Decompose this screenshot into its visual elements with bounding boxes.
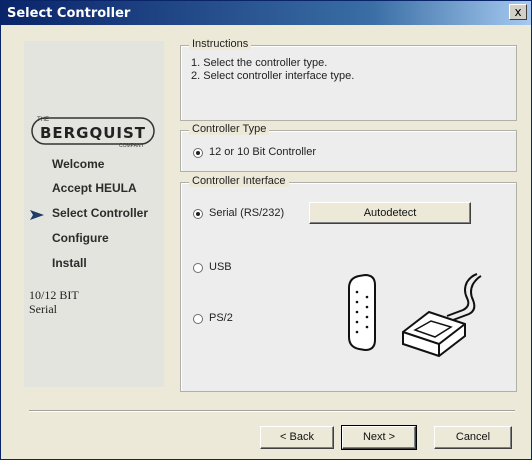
cancel-button[interactable]: Cancel — [434, 426, 512, 449]
step-select-controller: Select Controller — [30, 206, 149, 220]
controller-type-group: Controller Type 12 or 10 Bit Controller — [180, 123, 517, 172]
radio-ps2[interactable] — [193, 314, 203, 324]
select-controller-window: Select Controller x THE BERGQUIST COMPAN… — [0, 0, 532, 460]
bergquist-logo: THE BERGQUIST COMPANY — [31, 117, 155, 149]
instruction-line-1: 1. Select the controller type. — [191, 57, 328, 69]
wizard-sidebar: THE BERGQUIST COMPANY Welcome Accept HEU… — [24, 41, 164, 387]
current-step-arrow-icon — [30, 210, 44, 220]
radio-usb-label[interactable]: USB — [209, 261, 232, 273]
autodetect-button[interactable]: Autodetect — [309, 202, 471, 224]
controller-interface-group: Controller Interface Serial (RS/232) Aut… — [180, 175, 517, 392]
side-note-line1: 10/12 BIT — [29, 288, 79, 302]
serial-connector-icon — [348, 273, 482, 358]
radio-usb[interactable] — [193, 263, 203, 273]
instructions-legend: Instructions — [189, 38, 252, 50]
radio-12-or-10-bit-label[interactable]: 12 or 10 Bit Controller — [209, 146, 316, 158]
instructions-group: Instructions 1. Select the controller ty… — [180, 38, 517, 121]
side-note-line2: Serial — [29, 302, 57, 316]
step-accept-heula: Accept HEULA — [52, 181, 137, 195]
radio-serial[interactable] — [193, 209, 203, 219]
logo-small-top: THE — [37, 117, 49, 123]
logo-small-bottom: COMPANY — [119, 143, 145, 149]
footer-divider — [29, 410, 515, 412]
radio-12-or-10-bit[interactable] — [193, 148, 203, 158]
step-configure: Configure — [52, 231, 109, 245]
controller-type-legend: Controller Type — [189, 123, 270, 135]
close-icon: x — [514, 5, 522, 19]
next-button[interactable]: Next > — [341, 425, 417, 450]
logo-brand: BERGQUIST — [40, 124, 146, 142]
step-install: Install — [52, 256, 87, 270]
step-select-controller-label: Select Controller — [52, 206, 149, 220]
instruction-line-2: 2. Select controller interface type. — [191, 70, 355, 82]
radio-ps2-label[interactable]: PS/2 — [209, 312, 233, 324]
close-button[interactable]: x — [509, 4, 527, 20]
back-button[interactable]: < Back — [260, 426, 334, 449]
window-title: Select Controller — [7, 6, 131, 21]
radio-serial-label[interactable]: Serial (RS/232) — [209, 207, 284, 219]
step-welcome: Welcome — [52, 157, 105, 171]
controller-interface-legend: Controller Interface — [189, 175, 289, 187]
title-bar[interactable]: Select Controller x — [1, 1, 531, 25]
